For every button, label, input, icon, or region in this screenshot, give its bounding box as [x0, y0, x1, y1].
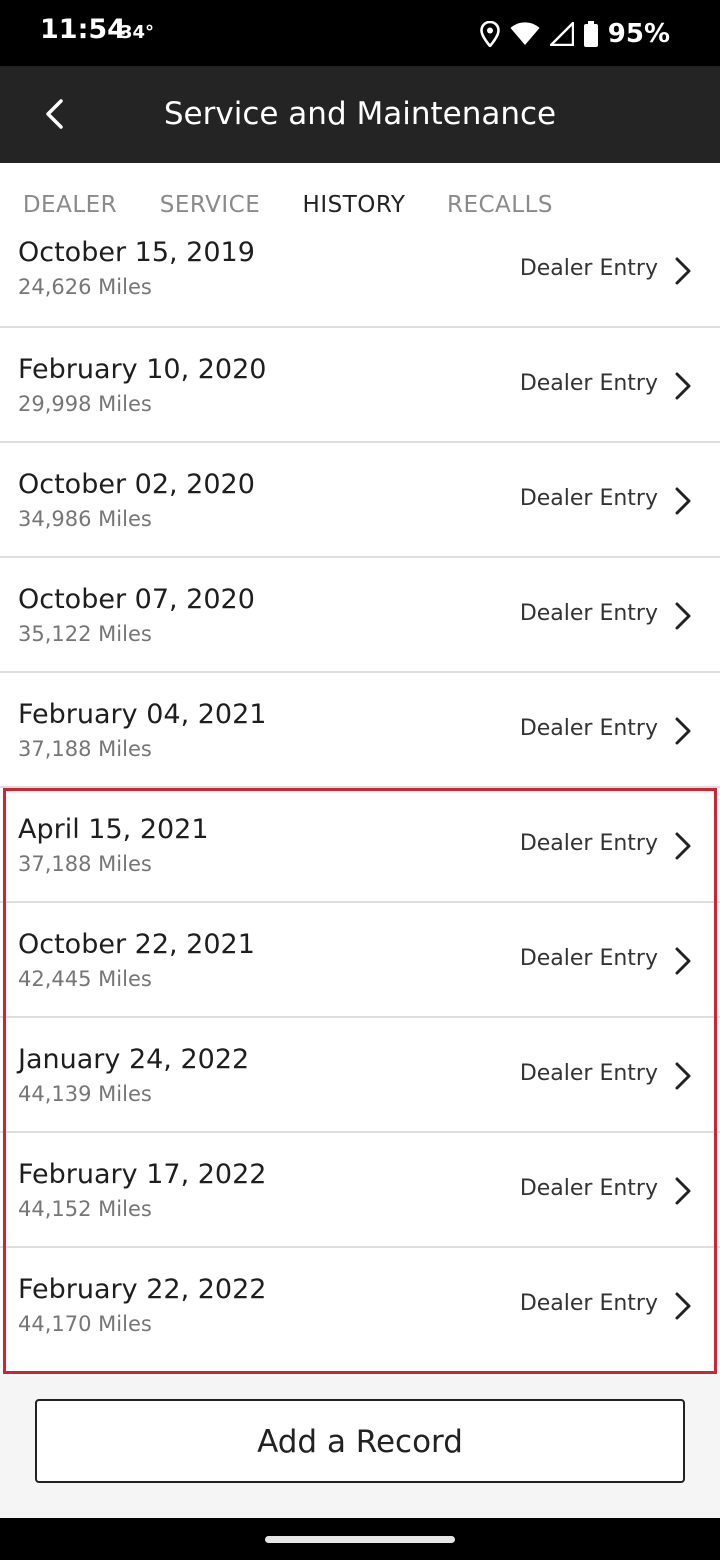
chevron-right-icon	[675, 947, 691, 975]
record-miles: 35,122 Miles	[18, 622, 152, 646]
record-miles: 44,152 Miles	[18, 1197, 152, 1221]
chevron-right-icon	[675, 1177, 691, 1205]
chevron-right-icon	[675, 1292, 691, 1320]
history-row[interactable]: February 10, 2020 29,998 Miles Dealer En…	[0, 328, 720, 443]
status-bar: 11:54 34° 95%	[0, 0, 720, 66]
chevron-right-icon	[675, 487, 691, 515]
record-miles: 37,188 Miles	[18, 737, 152, 761]
record-miles: 44,139 Miles	[18, 1082, 152, 1106]
record-date: February 04, 2021	[18, 699, 267, 730]
record-date: October 15, 2019	[18, 237, 255, 268]
bottom-action-area: Add a Record	[0, 1376, 720, 1518]
battery-icon	[583, 21, 598, 47]
history-row[interactable]: October 22, 2021 42,445 Miles Dealer Ent…	[0, 903, 720, 1018]
add-record-button[interactable]: Add a Record	[35, 1399, 685, 1483]
wifi-icon	[510, 22, 540, 46]
chevron-right-icon	[675, 257, 691, 285]
record-miles: 44,170 Miles	[18, 1312, 152, 1336]
history-row[interactable]: February 22, 2022 44,170 Miles Dealer En…	[0, 1248, 720, 1363]
record-date: October 02, 2020	[18, 469, 255, 500]
status-time: 11:54	[40, 14, 126, 45]
record-date: October 22, 2021	[18, 929, 255, 960]
history-row[interactable]: January 24, 2022 44,139 Miles Dealer Ent…	[0, 1018, 720, 1133]
chevron-right-icon	[675, 717, 691, 745]
back-button[interactable]	[30, 90, 78, 138]
record-entry-type: Dealer Entry	[519, 1176, 658, 1201]
record-entry-type: Dealer Entry	[519, 1291, 658, 1316]
record-entry-type: Dealer Entry	[519, 486, 658, 511]
record-miles: 37,188 Miles	[18, 852, 152, 876]
history-row[interactable]: February 17, 2022 44,152 Miles Dealer En…	[0, 1133, 720, 1248]
back-arrow-icon	[46, 99, 63, 129]
location-icon	[479, 21, 500, 47]
record-date: October 07, 2020	[18, 584, 255, 615]
record-date: January 24, 2022	[18, 1044, 250, 1075]
page-title: Service and Maintenance	[163, 96, 557, 132]
history-row[interactable]: October 07, 2020 35,122 Miles Dealer Ent…	[0, 558, 720, 673]
status-icons: 95%	[479, 14, 670, 54]
chevron-right-icon	[675, 602, 691, 630]
history-row[interactable]: October 02, 2020 34,986 Miles Dealer Ent…	[0, 443, 720, 558]
chevron-right-icon	[675, 1062, 691, 1090]
record-date: February 17, 2022	[18, 1159, 267, 1190]
record-date: February 22, 2022	[18, 1274, 267, 1305]
home-gesture-handle[interactable]	[265, 1536, 455, 1543]
record-miles: 29,998 Miles	[18, 392, 152, 416]
record-miles: 34,986 Miles	[18, 507, 152, 531]
record-date: February 10, 2020	[18, 354, 267, 385]
record-entry-type: Dealer Entry	[519, 831, 658, 856]
record-entry-type: Dealer Entry	[519, 371, 658, 396]
record-date: April 15, 2021	[18, 814, 209, 845]
record-miles: 42,445 Miles	[18, 967, 152, 991]
battery-percentage: 95%	[607, 19, 670, 49]
signal-icon	[549, 22, 574, 46]
record-entry-type: Dealer Entry	[519, 946, 658, 971]
history-row[interactable]: February 04, 2021 37,188 Miles Dealer En…	[0, 673, 720, 788]
status-temperature: 34°	[120, 22, 155, 43]
record-entry-type: Dealer Entry	[519, 716, 658, 741]
chevron-right-icon	[675, 372, 691, 400]
record-miles: 24,626 Miles	[18, 275, 152, 299]
record-entry-type: Dealer Entry	[519, 601, 658, 626]
system-nav-bar	[0, 1518, 720, 1560]
history-row[interactable]: April 15, 2021 37,188 Miles Dealer Entry	[0, 788, 720, 903]
record-entry-type: Dealer Entry	[519, 1061, 658, 1086]
app-bar: Service and Maintenance	[0, 66, 720, 163]
chevron-right-icon	[675, 832, 691, 860]
record-entry-type: Dealer Entry	[519, 256, 658, 281]
history-row[interactable]: October 15, 2019 24,626 Miles Dealer Ent…	[0, 213, 720, 328]
